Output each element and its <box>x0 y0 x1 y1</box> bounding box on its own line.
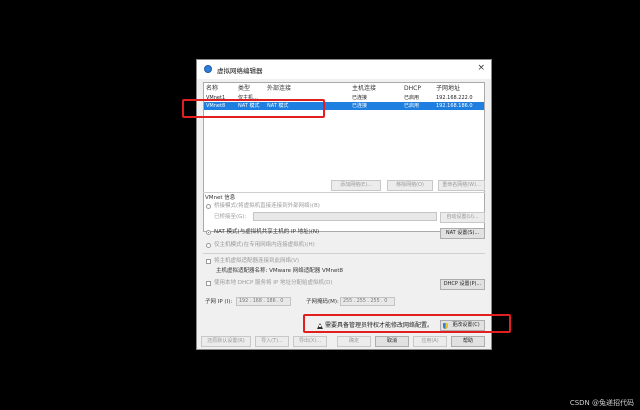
bridged-mode-radio[interactable] <box>206 204 211 209</box>
row-dhcp: 已启用 <box>404 103 420 109</box>
list-header: 名称 类型 外部连接 主机连接 DHCP 子网地址 <box>204 85 484 94</box>
connect-adapter-checkbox[interactable] <box>206 259 211 264</box>
subnet-ip-input[interactable]: 192 . 168 . 186 . 0 <box>236 297 291 306</box>
column-header-host[interactable]: 主机连接 <box>352 85 376 93</box>
row-host: 已连接 <box>352 95 368 101</box>
watermark: CSDN @兔递招代码 <box>569 399 634 407</box>
subnet-ip-label: 子网 IP (I): <box>205 299 233 305</box>
nat-settings-button[interactable]: NAT 设置(S)... <box>440 228 485 239</box>
remove-network-button[interactable]: 移除网络(O) <box>387 180 433 191</box>
column-header-external[interactable]: 外部连接 <box>267 85 291 93</box>
connect-adapter-label: 将主机虚拟适配器连接到此网络(V) <box>214 258 300 264</box>
highlight-box-vmnet8 <box>182 99 325 118</box>
column-header-dhcp[interactable]: DHCP <box>404 85 421 93</box>
row-dhcp: 已启用 <box>404 95 420 101</box>
add-network-button[interactable]: 添加网络(E)... <box>331 180 381 191</box>
highlight-box-change-settings <box>303 314 511 333</box>
adapter-name-label: 主机虚拟适配器名称: VMware 网络适配器 VMnet8 <box>216 268 344 274</box>
column-header-subnet[interactable]: 子网地址 <box>436 85 460 93</box>
host-only-label: 仅主机模式(在专用网络内连接虚拟机)(H) <box>214 242 315 248</box>
nat-mode-label: NAT 模式(与虚拟机共享主机的 IP 地址)(N) <box>214 229 320 235</box>
subnet-mask-input[interactable]: 255 . 255 . 255 . 0 <box>340 297 395 306</box>
host-only-radio[interactable] <box>206 243 211 248</box>
close-icon[interactable]: × <box>477 63 485 73</box>
row-subnet: 192.168.186.0 <box>436 103 473 109</box>
bridged-to-label: 已桥接至(G): <box>214 214 247 220</box>
column-header-type[interactable]: 类型 <box>238 85 250 93</box>
row-host: 已连接 <box>352 103 368 109</box>
divider <box>203 253 485 254</box>
column-header-name[interactable]: 名称 <box>206 85 218 93</box>
divider <box>203 192 485 193</box>
title-bar: 虚拟网络编辑器 × <box>197 60 491 79</box>
dhcp-checkbox[interactable] <box>206 281 211 286</box>
bridged-to-select[interactable] <box>253 212 437 221</box>
restore-defaults-button[interactable]: 还原默认设置(R) <box>201 336 251 347</box>
cancel-button[interactable]: 取消 <box>375 336 409 347</box>
ok-button[interactable]: 确定 <box>337 336 371 347</box>
row-subnet: 192.168.222.0 <box>436 95 473 101</box>
window-title: 虚拟网络编辑器 <box>217 67 263 75</box>
import-button[interactable]: 导入(T)... <box>255 336 289 347</box>
nat-mode-radio[interactable] <box>206 230 211 235</box>
vmnet-info-heading: VMnet 信息 <box>205 195 236 201</box>
export-button[interactable]: 导出(X)... <box>293 336 327 347</box>
help-button[interactable]: 帮助 <box>451 336 485 347</box>
auto-settings-button[interactable]: 自动设置(U)... <box>440 212 485 223</box>
bridged-mode-label: 桥接模式(将虚拟机直接连接到外部网络)(B) <box>214 203 320 209</box>
dhcp-label: 使用本地 DHCP 服务将 IP 地址分配给虚拟机(D) <box>214 280 333 286</box>
apply-button[interactable]: 应用(A) <box>413 336 447 347</box>
subnet-mask-label: 子网掩码(M): <box>306 299 339 305</box>
rename-network-button[interactable]: 重命名网络(W)... <box>438 180 485 191</box>
vmware-app-icon <box>204 65 212 73</box>
dhcp-settings-button[interactable]: DHCP 设置(P)... <box>440 279 485 290</box>
